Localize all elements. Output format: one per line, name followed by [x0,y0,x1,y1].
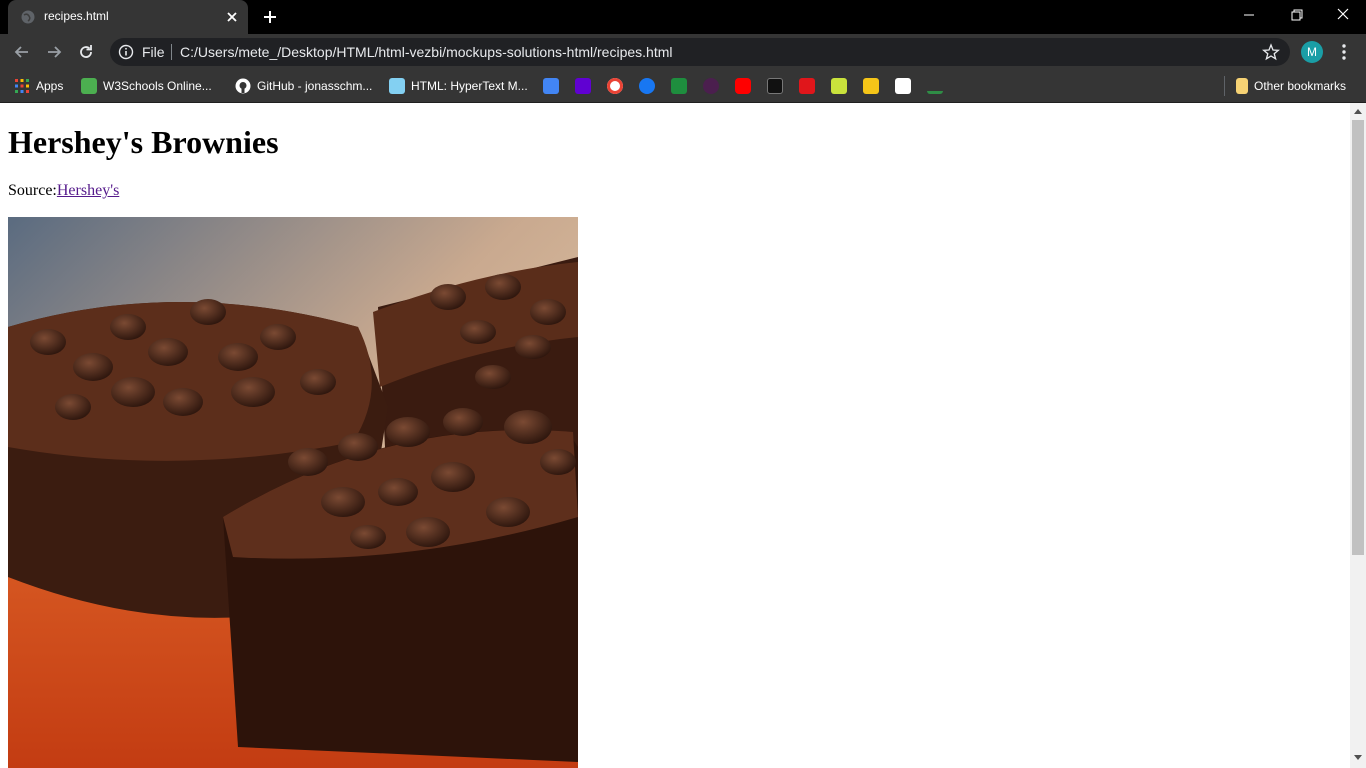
scroll-up-icon[interactable] [1354,108,1362,114]
eggplant-icon[interactable] [703,76,719,96]
imdb-icon[interactable] [863,76,879,96]
s-icon[interactable] [895,76,911,96]
minimize-icon[interactable] [1238,6,1260,24]
tab-strip: recipes.html [0,0,1366,34]
bookmark-label: Apps [36,79,64,93]
tab-recipes[interactable]: recipes.html [8,0,248,34]
bookmark-apps[interactable]: Apps [14,76,63,96]
tab-title: recipes.html [44,9,109,23]
bookmarks-bar: Apps W3Schools Online... GitHub - jonass… [0,70,1366,103]
youtube-icon[interactable] [735,76,751,96]
w3schools-icon [81,78,97,94]
new-tab-icon[interactable] [262,9,278,25]
url-text[interactable]: C:/Users/mete_/Desktop/HTML/html-vezbi/m… [180,44,672,60]
omnibox-divider [171,44,172,60]
source-label: Source: [8,182,57,199]
page-heading: Hershey's Brownies [8,124,279,160]
scheme-label: File [142,44,165,60]
globe-icon [21,10,35,24]
bookmark-label: Other bookmarks [1254,79,1347,93]
scrollbar-thumb[interactable] [1352,120,1364,555]
mdn-icon [389,78,405,94]
contacts-icon[interactable] [543,76,559,96]
bookmark-label: W3Schools Online... [103,79,212,93]
info-icon[interactable] [118,44,134,60]
bookmark-other[interactable]: Other bookmarks [1236,76,1346,96]
bookmark-label: GitHub - jonasschm... [257,79,373,93]
m-icon[interactable] [831,76,847,96]
forward-icon[interactable] [44,42,64,62]
kebab-menu-icon[interactable] [1337,42,1351,62]
source-link[interactable]: Hershey's [57,182,119,199]
source-line: Source:Hershey's [8,182,119,200]
vertical-scrollbar[interactable] [1350,103,1366,768]
browser-toolbar: File C:/Users/mete_/Desktop/HTML/html-ve… [0,34,1366,70]
page-viewport: Hershey's Brownies Source:Hershey's [0,103,1350,768]
restore-icon[interactable] [1286,6,1308,24]
link-icon[interactable] [927,76,943,96]
address-bar[interactable]: File C:/Users/mete_/Desktop/HTML/html-ve… [110,38,1290,66]
back-icon[interactable] [12,42,32,62]
gol-icon[interactable] [767,76,783,96]
bookmark-w3schools[interactable]: W3Schools Online... [81,76,212,96]
profile-avatar[interactable]: M [1301,41,1323,63]
bookmark-star-icon[interactable] [1262,43,1280,61]
close-icon[interactable] [224,9,240,25]
scroll-down-icon[interactable] [1354,755,1362,761]
facebook-icon[interactable] [639,76,655,96]
apps-grid-icon [15,79,29,93]
brownies-photo [8,217,578,768]
bookmarks-divider [1224,76,1225,96]
yahoo-icon[interactable] [575,76,591,96]
bookmark-label: HTML: HyperText M... [411,79,528,93]
reload-icon[interactable] [76,42,96,62]
google-icon[interactable] [607,76,623,96]
folder-icon [1236,78,1248,94]
bookmark-github[interactable]: GitHub - jonasschm... [235,76,372,96]
github-icon [235,78,251,94]
bookmark-mdn-html[interactable]: HTML: HyperText M... [389,76,528,96]
refresh-green-icon[interactable] [671,76,687,96]
t-icon[interactable] [799,76,815,96]
window-close-icon[interactable] [1332,6,1354,24]
